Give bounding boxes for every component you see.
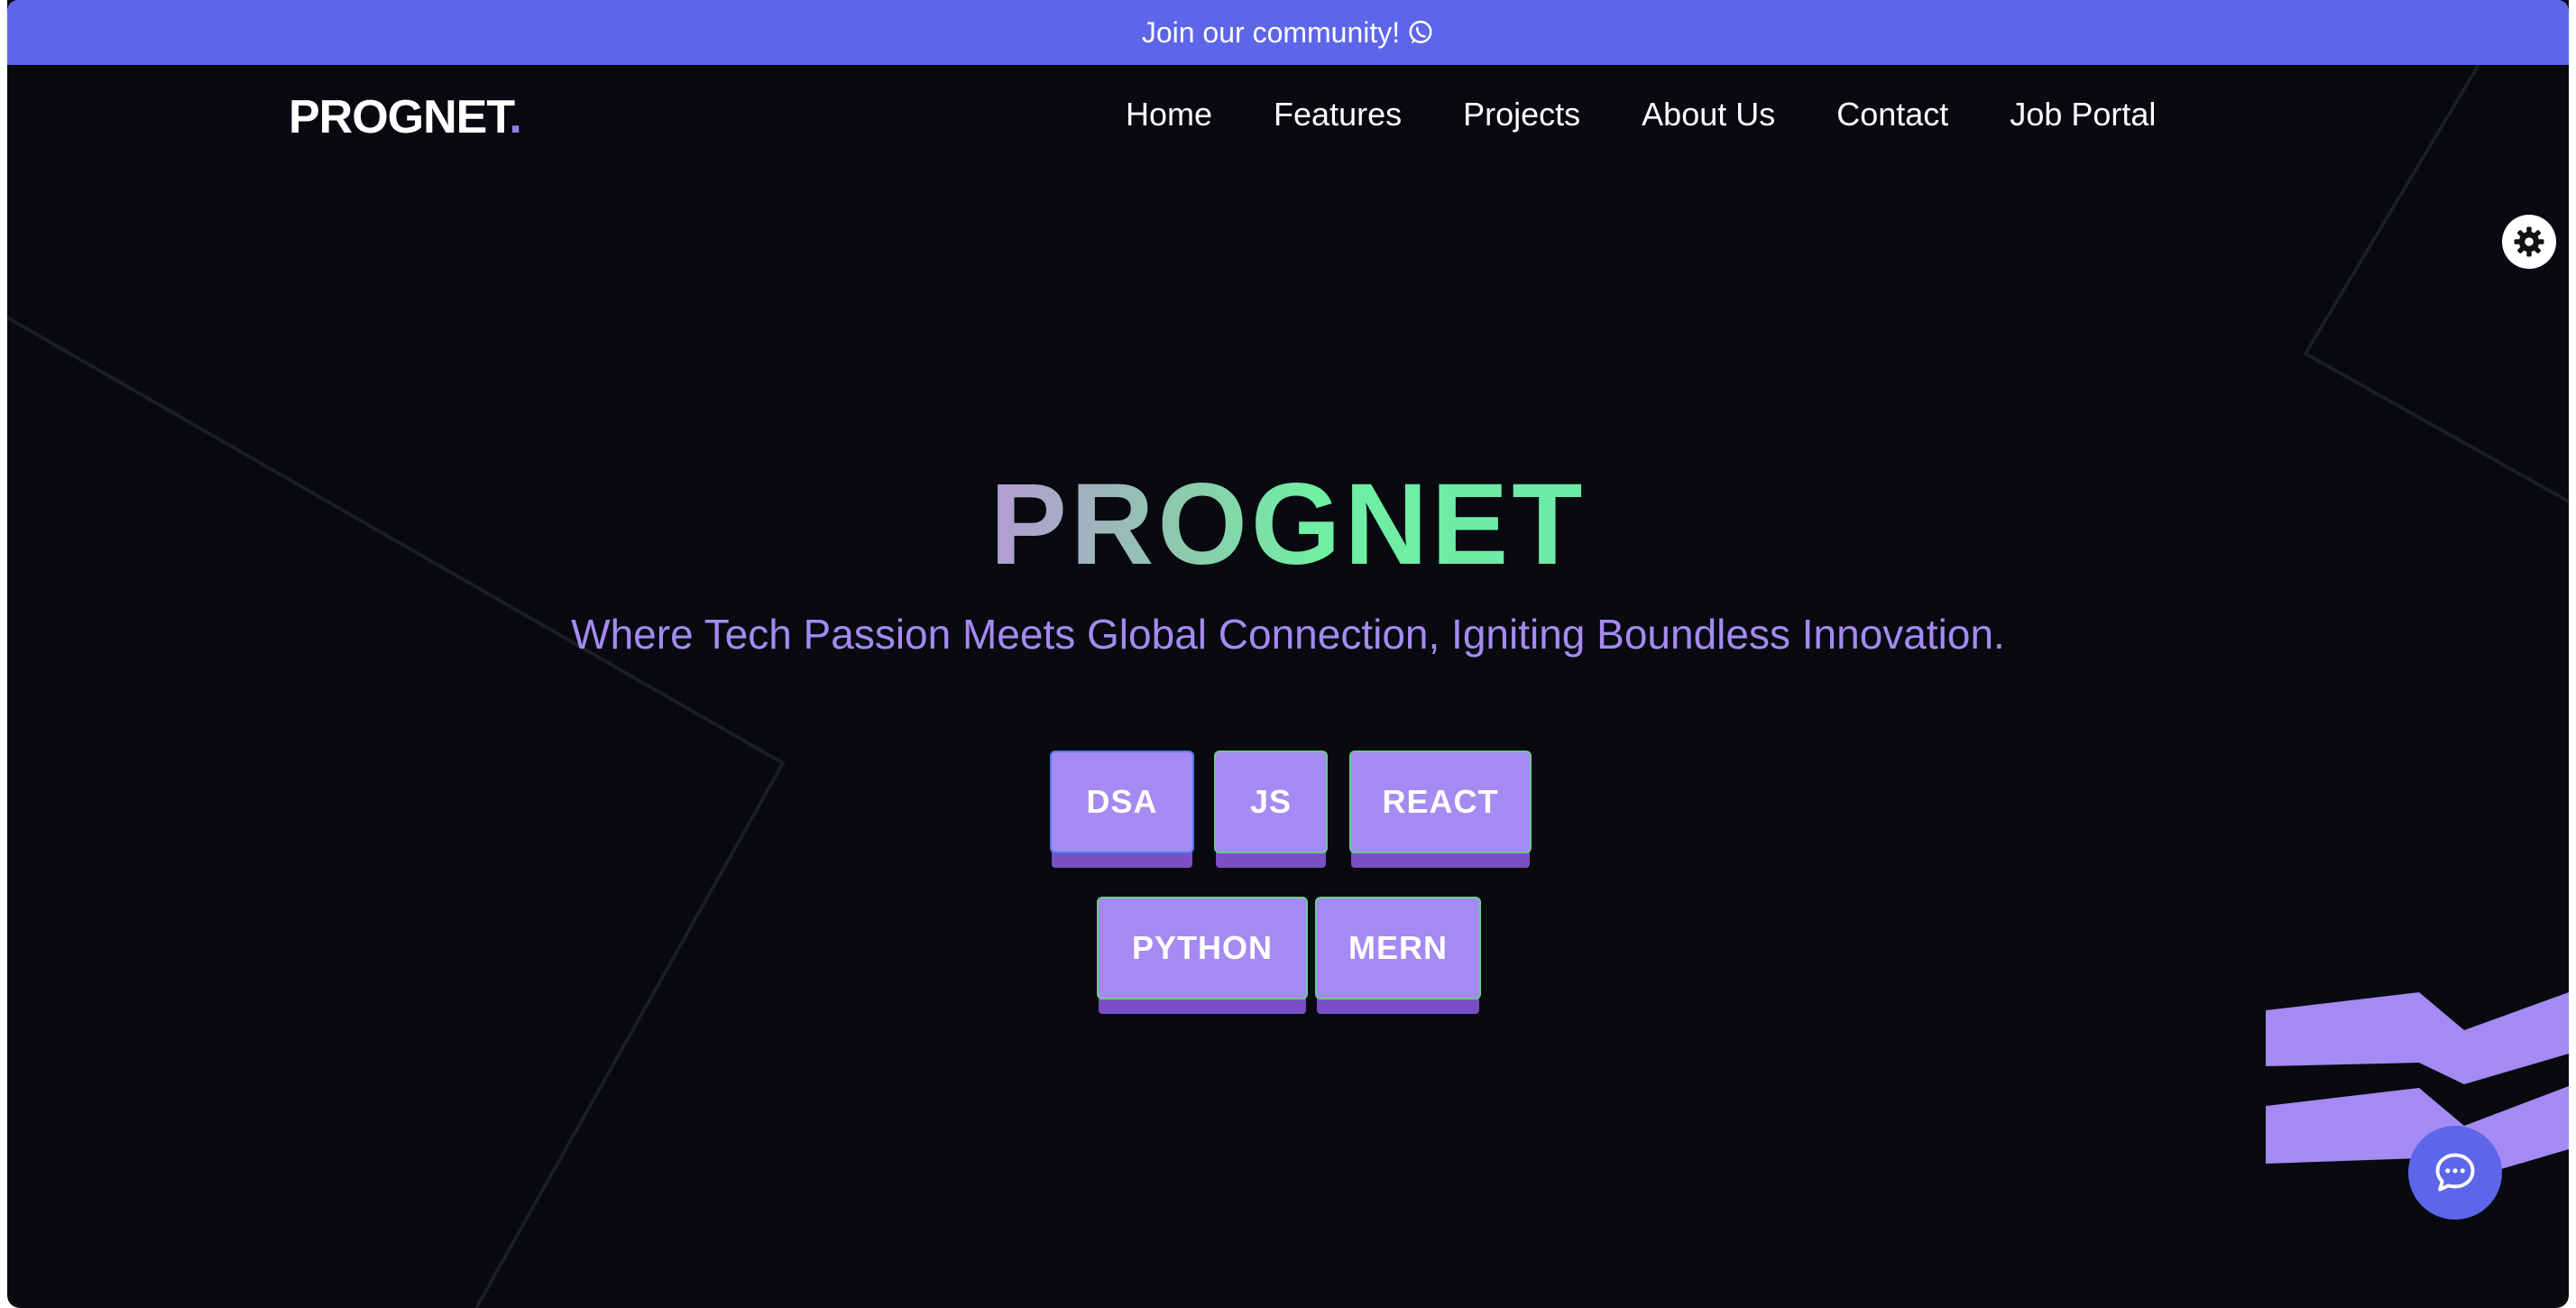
chat-button[interactable] bbox=[2408, 1126, 2502, 1220]
nav-links: Home Features Projects About Us Contact … bbox=[1126, 96, 2156, 134]
hero-title: PROGNET bbox=[989, 460, 1587, 589]
nav-job-portal[interactable]: Job Portal bbox=[2010, 96, 2156, 134]
page: Join our community! PROGNET. Home Featur… bbox=[7, 0, 2569, 1308]
chat-bubble-icon bbox=[2435, 1153, 2475, 1192]
tag-mern[interactable]: MERN bbox=[1315, 897, 1481, 999]
nav-home[interactable]: Home bbox=[1126, 96, 1212, 134]
community-banner-text: Join our community! bbox=[1141, 15, 1401, 49]
header-nav: PROGNET. Home Features Projects About Us… bbox=[7, 65, 2569, 173]
nav-about-us[interactable]: About Us bbox=[1642, 96, 1775, 134]
logo[interactable]: PROGNET. bbox=[289, 90, 522, 144]
settings-button[interactable] bbox=[2502, 215, 2556, 269]
nav-projects[interactable]: Projects bbox=[1463, 96, 1580, 134]
tag-python[interactable]: PYTHON bbox=[1097, 897, 1308, 999]
nav-features[interactable]: Features bbox=[1274, 96, 1402, 134]
logo-text: PROGNET bbox=[289, 91, 510, 143]
tag-dsa[interactable]: DSA bbox=[1050, 751, 1194, 853]
nav-contact[interactable]: Contact bbox=[1836, 96, 1948, 134]
background-decorative-lines bbox=[7, 65, 2569, 1308]
community-banner[interactable]: Join our community! bbox=[7, 0, 2569, 65]
gear-icon bbox=[2514, 226, 2544, 257]
logo-dot: . bbox=[509, 91, 521, 143]
tag-js[interactable]: JS bbox=[1214, 751, 1328, 853]
hero-subtitle: Where Tech Passion Meets Global Connecti… bbox=[571, 611, 2005, 658]
tag-react[interactable]: REACT bbox=[1349, 751, 1532, 853]
whatsapp-icon bbox=[1407, 19, 1434, 46]
